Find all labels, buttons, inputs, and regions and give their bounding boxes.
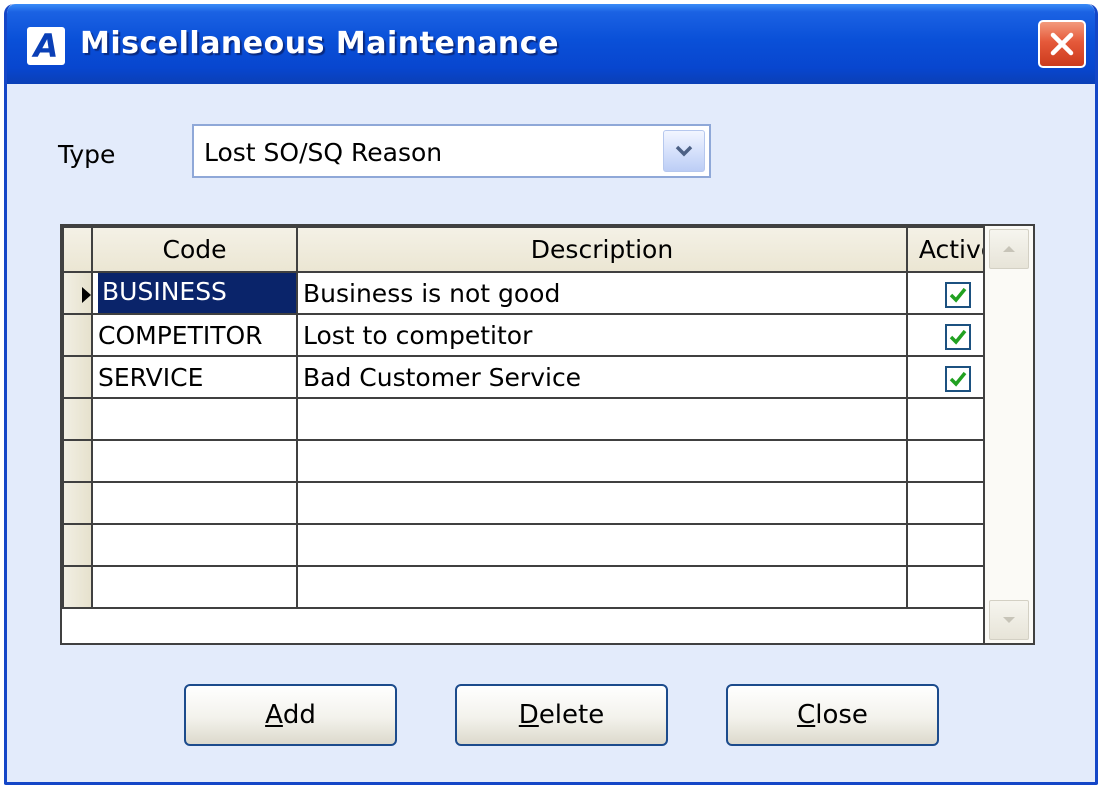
grid-header-row: Code Description Active <box>62 226 1009 273</box>
checkmark-icon <box>949 287 966 303</box>
close-button-label: lose <box>815 700 868 730</box>
code-cell[interactable]: COMPETITOR <box>91 313 298 357</box>
app-logo-icon: A <box>27 27 65 65</box>
description-cell[interactable] <box>296 397 908 441</box>
active-checkbox[interactable] <box>944 281 971 308</box>
active-checkbox[interactable] <box>944 365 971 392</box>
column-header-code[interactable]: Code <box>91 226 298 273</box>
row-selector[interactable] <box>62 355 93 399</box>
row-selector[interactable] <box>62 271 93 315</box>
type-dropdown-value: Lost SO/SQ Reason <box>204 138 443 167</box>
title-bar[interactable]: A Miscellaneous Maintenance <box>7 4 1095 84</box>
chevron-down-icon <box>675 145 693 157</box>
description-cell[interactable]: Bad Customer Service <box>296 355 908 399</box>
dialog-window: A Miscellaneous Maintenance Type Lost SO… <box>4 4 1098 785</box>
add-button-accelerator: A <box>265 700 283 730</box>
code-cell[interactable] <box>91 523 298 567</box>
type-label: Type <box>58 140 116 169</box>
table-row[interactable]: BUSINESS Business is not good <box>62 271 1009 315</box>
window-title: Miscellaneous Maintenance <box>80 26 559 61</box>
row-selector[interactable] <box>62 439 93 483</box>
description-cell[interactable] <box>296 565 908 609</box>
dropdown-arrow-button[interactable] <box>663 130 705 172</box>
scroll-down-button[interactable] <box>989 600 1029 640</box>
description-cell[interactable]: Business is not good <box>296 271 908 315</box>
add-button-label: dd <box>282 700 316 730</box>
row-selector[interactable] <box>62 481 93 525</box>
add-button[interactable]: Add <box>184 684 397 746</box>
table-row[interactable]: SERVICE Bad Customer Service <box>62 355 1009 399</box>
scroll-up-button[interactable] <box>989 229 1029 269</box>
column-header-description[interactable]: Description <box>296 226 908 273</box>
code-cell-text: BUSINESS <box>98 274 295 312</box>
arrow-up-icon <box>1003 246 1015 252</box>
type-dropdown[interactable]: Lost SO/SQ Reason <box>192 124 711 178</box>
checkmark-icon <box>949 371 966 387</box>
reasons-grid[interactable]: Code Description Active BUSINESS Busines… <box>60 224 1035 645</box>
empty-row[interactable] <box>62 439 1009 483</box>
close-icon <box>1050 32 1074 56</box>
code-cell[interactable]: SERVICE <box>91 355 298 399</box>
empty-row[interactable] <box>62 565 1009 609</box>
reasons-table: Code Description Active BUSINESS Busines… <box>62 226 1009 609</box>
code-cell[interactable] <box>91 397 298 441</box>
close-window-button[interactable] <box>1038 20 1086 68</box>
row-selector[interactable] <box>62 397 93 441</box>
description-cell[interactable] <box>296 523 908 567</box>
delete-button-label: elete <box>538 700 605 730</box>
row-selector[interactable] <box>62 523 93 567</box>
description-cell[interactable]: Lost to competitor <box>296 313 908 357</box>
app-logo-letter: A <box>33 27 59 65</box>
row-selector-header <box>62 226 93 273</box>
description-cell[interactable] <box>296 481 908 525</box>
current-row-pointer-icon <box>82 286 90 303</box>
row-selector[interactable] <box>62 565 93 609</box>
description-cell[interactable] <box>296 439 908 483</box>
empty-row[interactable] <box>62 397 1009 441</box>
delete-button[interactable]: Delete <box>455 684 668 746</box>
table-row[interactable]: COMPETITOR Lost to competitor <box>62 313 1009 357</box>
code-cell[interactable]: BUSINESS <box>91 271 298 315</box>
arrow-down-icon <box>1003 617 1015 623</box>
dialog-body: Type Lost SO/SQ Reason Code Description … <box>7 84 1095 782</box>
checkmark-icon <box>949 329 966 345</box>
vertical-scrollbar[interactable] <box>983 226 1033 643</box>
code-cell[interactable] <box>91 565 298 609</box>
code-cell[interactable] <box>91 439 298 483</box>
empty-row[interactable] <box>62 481 1009 525</box>
close-button[interactable]: Close <box>726 684 939 746</box>
code-cell[interactable] <box>91 481 298 525</box>
row-selector[interactable] <box>62 313 93 357</box>
close-button-accelerator: C <box>797 700 816 730</box>
active-checkbox[interactable] <box>944 323 971 350</box>
delete-button-accelerator: D <box>518 700 539 730</box>
empty-row[interactable] <box>62 523 1009 567</box>
